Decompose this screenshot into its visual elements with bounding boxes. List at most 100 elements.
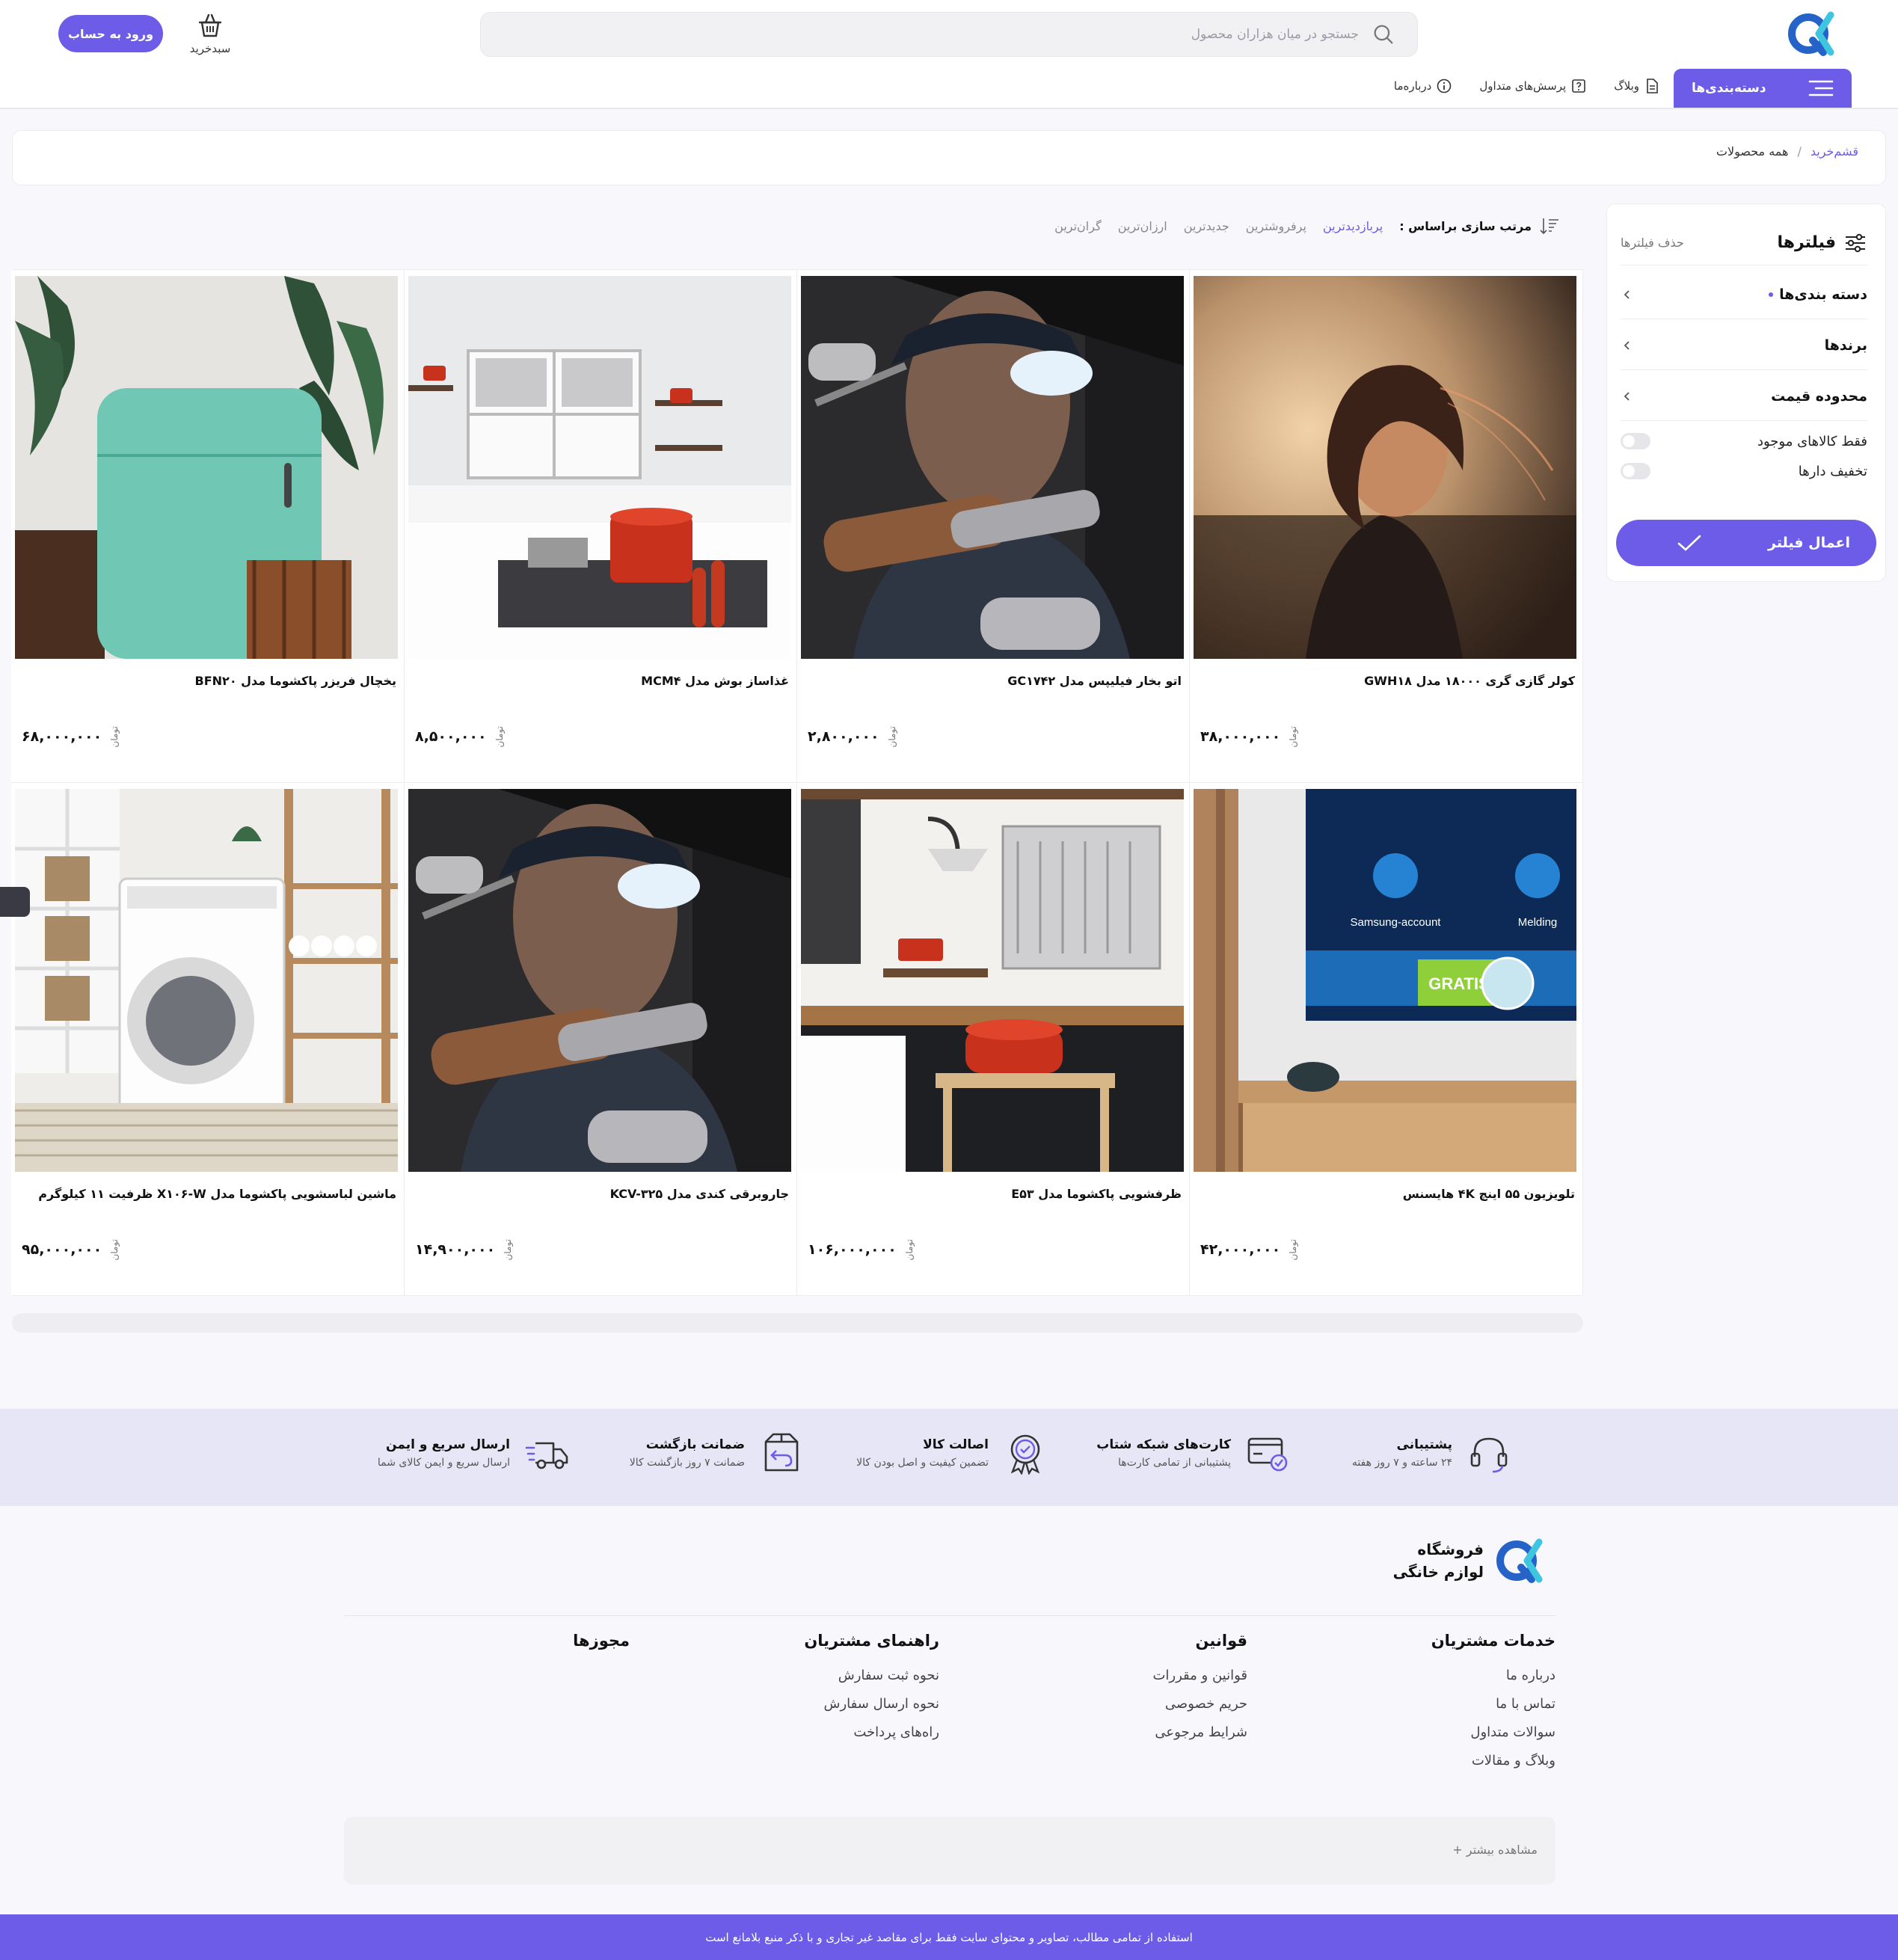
product-title[interactable]: ظرفشویی پاکشوما مدل E۵۳	[808, 1187, 1182, 1201]
footer-link[interactable]: وبلاگ و مقالات	[1431, 1753, 1555, 1769]
footer-link[interactable]: راه‌های پرداخت	[804, 1724, 939, 1740]
service-item: ارسال سریع و ایمن ارسال سریع و ایمن کالا…	[378, 1431, 568, 1475]
breadcrumb: قشم‌خرید / همه محصولات	[1716, 144, 1858, 159]
product-card[interactable]: یخچال فریزر پاکشوما مدل BFN۲۰ تومان ۶۸,۰…	[11, 270, 404, 783]
washer-photo	[15, 789, 398, 1172]
service-title: کارت‌های شبکه شتاب	[1096, 1437, 1231, 1452]
toggle-discount[interactable]: تخفیف دارها	[1621, 458, 1867, 484]
filter-sliders-icon	[1846, 233, 1865, 252]
product-image[interactable]	[408, 789, 791, 1172]
nav-blog[interactable]: وبلاگ	[1614, 78, 1660, 94]
filter-row-label: دسته بندی‌ها	[1779, 286, 1867, 303]
product-title[interactable]: تلویزیون ۵۵ اینچ ۴K هایسنس	[1201, 1187, 1575, 1201]
product-image[interactable]	[801, 276, 1184, 659]
footer-link[interactable]: شرایط مرجوعی	[1152, 1724, 1247, 1740]
toggle-switch[interactable]	[1621, 433, 1650, 449]
sort-option[interactable]: پرفروشترین	[1246, 219, 1306, 233]
sort-icon	[1540, 218, 1558, 235]
filter-row-price[interactable]: محدوده قیمت	[1621, 372, 1867, 421]
service-title: اصالت کالا	[923, 1437, 989, 1452]
product-card[interactable]: جاروبرقی کندی مدل KCV-۳۲۵ تومان ۱۴,۹۰۰,۰…	[404, 783, 796, 1296]
product-title[interactable]: ماشین لباسشویی پاکشوما مدل X۱۰۶-W ظرفیت …	[22, 1187, 396, 1201]
product-price: تومان ۴۲,۰۰۰,۰۰۰	[1200, 1239, 1298, 1260]
product-image[interactable]	[15, 789, 398, 1172]
product-image[interactable]	[801, 789, 1184, 1172]
tv-photo: Samsung-account Melding GRATIS	[1194, 789, 1576, 1172]
menu-icon	[1808, 80, 1834, 96]
question-icon	[1572, 79, 1586, 93]
price-amount: ۹۵,۰۰۰,۰۰۰	[22, 1241, 102, 1259]
toggle-in-stock[interactable]: فقط کالاهای موجود	[1621, 428, 1867, 454]
product-title[interactable]: جاروبرقی کندی مدل KCV-۳۲۵	[415, 1187, 789, 1201]
sort-option[interactable]: ارزان‌ترین	[1118, 219, 1167, 233]
apply-filter-label: اعمال فیلتر	[1768, 535, 1850, 551]
breadcrumb-home[interactable]: قشم‌خرید	[1811, 144, 1858, 159]
clear-filters-link[interactable]: حذف فیلترها	[1621, 236, 1684, 250]
price-currency: تومان	[1288, 1239, 1299, 1261]
product-title[interactable]: یخچال فریزر پاکشوما مدل BFN۲۰	[22, 674, 396, 688]
product-card[interactable]: Samsung-account Melding GRATIS تلویزیون …	[1189, 783, 1582, 1296]
product-title[interactable]: کولر گازی گری ۱۸۰۰۰ مدل GWH۱۸	[1201, 674, 1575, 688]
footer-link[interactable]: نحوه ارسال سفارش	[804, 1696, 939, 1712]
toggle-switch[interactable]	[1621, 463, 1650, 479]
apply-filter-button[interactable]: اعمال فیلتر	[1616, 520, 1876, 566]
sort-option[interactable]: پربازدیدترین	[1323, 219, 1383, 233]
login-button[interactable]: ورود به حساب	[58, 15, 163, 52]
copyright-text: استفاده از تمامی مطالب، تصاویر و محتوای …	[705, 1930, 1193, 1944]
breadcrumb-separator: /	[1797, 144, 1802, 159]
product-card[interactable]: غذاساز بوش مدل MCM۴ تومان ۸,۵۰۰,۰۰۰	[404, 270, 796, 783]
product-title[interactable]: اتو بخار فیلیپس مدل GC۱۷۴۲	[808, 674, 1182, 688]
sort-option[interactable]: جدیدترین	[1184, 219, 1229, 233]
tools-photo	[408, 789, 791, 1172]
price-amount: ۳۸,۰۰۰,۰۰۰	[1200, 728, 1281, 746]
categories-button[interactable]: دسته‌بندی‌ها	[1674, 69, 1852, 108]
nav-about[interactable]: درباره‌ما	[1394, 78, 1452, 94]
pagination-strip	[12, 1313, 1583, 1333]
footer-link[interactable]: حریم خصوصی	[1152, 1696, 1247, 1712]
product-image[interactable]	[15, 276, 398, 659]
footer-link[interactable]: تماس با ما	[1431, 1696, 1555, 1712]
toggle-label: فقط کالاهای موجود	[1757, 433, 1867, 449]
site-header: سبدخرید ورود به حساب دسته‌بندی‌ها وبلاگ …	[0, 0, 1898, 109]
tv-screen-label: Melding	[1518, 916, 1558, 929]
product-card[interactable]: کولر گازی گری ۱۸۰۰۰ مدل GWH۱۸ تومان ۳۸,۰…	[1189, 270, 1582, 783]
price-currency: تومان	[1288, 726, 1299, 748]
see-more-link[interactable]: مشاهده بیشتر +	[1452, 1843, 1538, 1857]
product-image[interactable]: Samsung-account Melding GRATIS	[1194, 789, 1576, 1172]
tv-banner-text: GRATIS	[1428, 974, 1489, 993]
search-box[interactable]	[480, 12, 1418, 57]
footer-link[interactable]: سوالات متداول	[1431, 1724, 1555, 1740]
product-card[interactable]: ماشین لباسشویی پاکشوما مدل X۱۰۶-W ظرفیت …	[11, 783, 404, 1296]
footer-link[interactable]: قوانین و مقررات	[1152, 1668, 1247, 1683]
footer-column: راهنمای مشتریان نحوه ثبت سفارش نحوه ارسا…	[804, 1632, 939, 1753]
filter-row-brands[interactable]: برندها	[1621, 321, 1867, 370]
footer-link[interactable]: درباره ما	[1431, 1668, 1555, 1683]
product-title[interactable]: غذاساز بوش مدل MCM۴	[415, 674, 789, 688]
toggle-label: تخفیف دارها	[1798, 463, 1867, 479]
search-input[interactable]	[536, 27, 1359, 42]
service-item: کارت‌های شبکه شتاب پشتیبانی از تمامی کار…	[1096, 1431, 1289, 1475]
footer-logo[interactable]	[1494, 1536, 1554, 1585]
portrait-photo	[1194, 276, 1576, 659]
filter-title: فیلترها	[1777, 233, 1867, 254]
product-card[interactable]: اتو بخار فیلیپس مدل GC۱۷۴۲ تومان ۲,۸۰۰,۰…	[796, 270, 1189, 783]
cart-button[interactable]: سبدخرید	[184, 12, 236, 60]
price-currency: تومان	[494, 726, 505, 748]
service-title: پشتیبانی	[1396, 1437, 1452, 1452]
product-card[interactable]: ظرفشویی پاکشوما مدل E۵۳ تومان ۱۰۶,۰۰۰,۰۰…	[796, 783, 1189, 1296]
product-image[interactable]	[1194, 276, 1576, 659]
product-image[interactable]	[408, 276, 791, 659]
floating-side-tab[interactable]	[0, 887, 30, 917]
cart-label: سبدخرید	[189, 42, 231, 55]
sort-option[interactable]: گران‌ترین	[1054, 219, 1102, 233]
product-price: تومان ۳۸,۰۰۰,۰۰۰	[1200, 726, 1298, 747]
footer-link[interactable]: نحوه ثبت سفارش	[804, 1668, 939, 1683]
site-logo[interactable]	[1786, 9, 1846, 58]
document-icon	[1647, 79, 1658, 93]
filter-row-label: برندها	[1824, 337, 1867, 354]
service-subtitle: ارسال سریع و ایمن کالای شما	[377, 1457, 510, 1469]
top-nav: وبلاگ پرسش‌های متداول درباره‌ما	[1394, 78, 1674, 94]
product-price: تومان ۲,۸۰۰,۰۰۰	[808, 726, 897, 747]
filter-row-categories[interactable]: دسته بندی‌ها	[1621, 270, 1867, 319]
nav-faq[interactable]: پرسش‌های متداول	[1479, 78, 1587, 94]
